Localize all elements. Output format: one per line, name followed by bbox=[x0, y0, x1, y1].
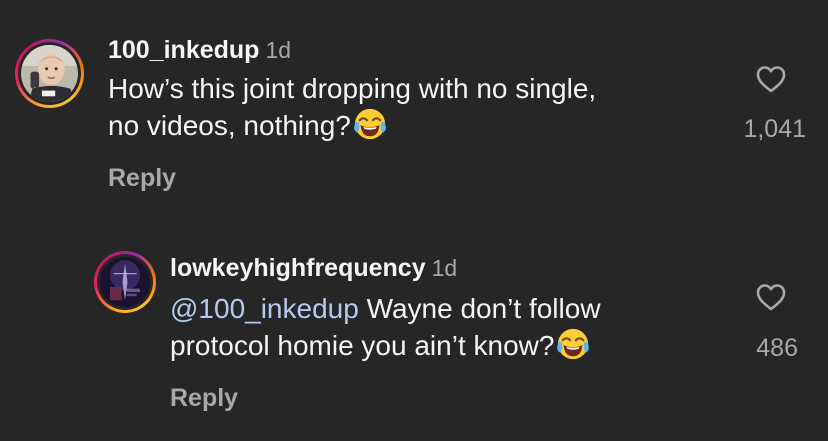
heart-outline-icon[interactable] bbox=[755, 282, 787, 312]
comment-header: 100_inkedup 1d bbox=[108, 36, 291, 65]
face-with-tears-of-joy-icon bbox=[353, 107, 387, 141]
timestamp: 1d bbox=[265, 37, 292, 63]
heart-outline-icon[interactable] bbox=[755, 64, 787, 94]
comment-text-line: Wayne don’t follow bbox=[358, 293, 601, 324]
comment-text-line: no videos, nothing? bbox=[108, 110, 351, 141]
comment-text: How’s this joint dropping with no single… bbox=[108, 70, 596, 144]
username[interactable]: lowkeyhighfrequency bbox=[170, 254, 426, 282]
username[interactable]: 100_inkedup bbox=[108, 36, 259, 64]
reply-button[interactable]: Reply bbox=[108, 164, 176, 193]
avatar[interactable] bbox=[94, 251, 156, 313]
like-count: 1,041 bbox=[743, 115, 806, 143]
comment-header: lowkeyhighfrequency 1d bbox=[170, 254, 457, 283]
comment-text: @100_inkedup Wayne don’t follow protocol… bbox=[170, 290, 601, 364]
comment-text-line: How’s this joint dropping with no single… bbox=[108, 73, 597, 104]
face-with-tears-of-joy-icon bbox=[556, 327, 590, 361]
timestamp: 1d bbox=[431, 255, 458, 281]
like-count: 486 bbox=[756, 334, 798, 362]
reply-button[interactable]: Reply bbox=[170, 384, 238, 413]
avatar[interactable] bbox=[15, 39, 84, 108]
avatar-image bbox=[21, 45, 78, 102]
comment-text-line: protocol homie you ain’t know? bbox=[170, 330, 555, 361]
avatar-image bbox=[100, 257, 150, 307]
mention-link[interactable]: @100_inkedup bbox=[170, 293, 359, 324]
